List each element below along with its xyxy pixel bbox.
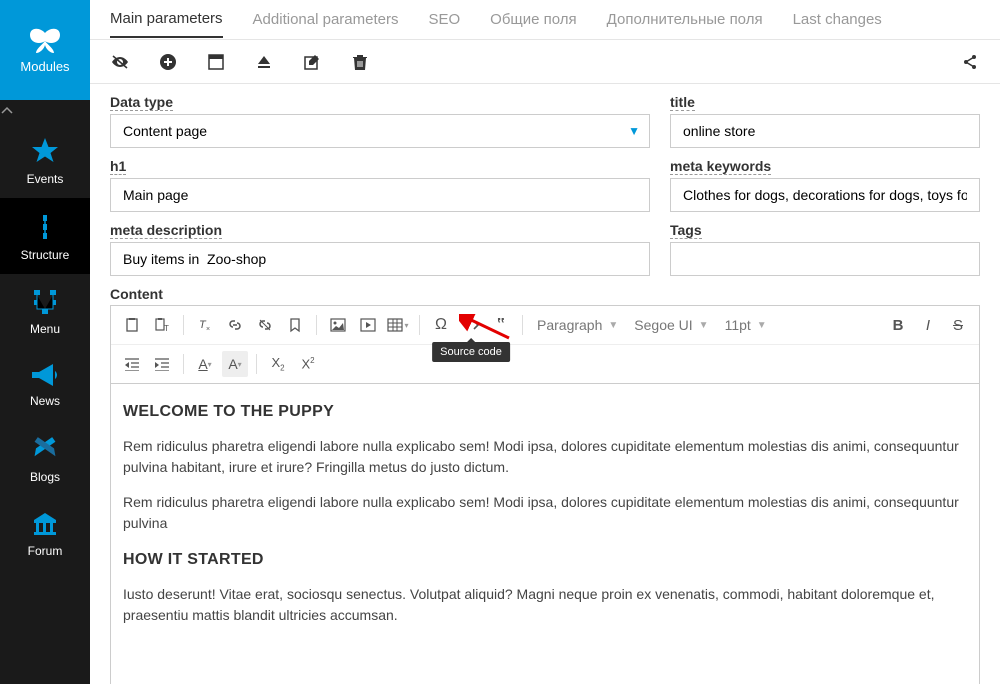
blockquote-icon[interactable]: ‟	[488, 312, 514, 338]
sidebar-item-structure[interactable]: Structure	[0, 198, 90, 274]
content-paragraph: Iusto deserunt! Vitae erat, sociosqu sen…	[123, 584, 967, 626]
indent-icon[interactable]	[149, 351, 175, 377]
delete-icon[interactable]	[350, 52, 370, 72]
edit-box-icon[interactable]	[302, 52, 322, 72]
format-select-size[interactable]: 11pt▼	[719, 317, 773, 333]
add-circle-icon[interactable]	[158, 52, 178, 72]
label-meta-description: meta description	[110, 222, 222, 239]
text-color-icon[interactable]: A▾	[192, 351, 218, 377]
sidebar-item-forum[interactable]: Forum	[0, 496, 90, 570]
share-icon[interactable]	[960, 52, 980, 72]
label-title: title	[670, 94, 695, 111]
content-heading: WELCOME TO THE PUPPY	[123, 400, 967, 424]
menu-tree-icon	[30, 288, 60, 316]
butterfly-icon	[28, 27, 62, 55]
input-meta-keywords[interactable]	[670, 178, 980, 212]
input-tags[interactable]	[670, 242, 980, 276]
label-tags: Tags	[670, 222, 702, 239]
tab-seo[interactable]: SEO	[428, 2, 460, 37]
format-select-paragraph[interactable]: Paragraph▼	[531, 317, 624, 333]
bg-color-icon[interactable]: A▾	[222, 351, 248, 377]
content-heading: HOW IT STARTED	[123, 548, 967, 572]
sidebar-item-label: News	[30, 394, 60, 408]
star-icon	[30, 136, 60, 166]
media-icon[interactable]	[355, 312, 381, 338]
label-data-type: Data type	[110, 94, 173, 111]
table-icon[interactable]: ▾	[385, 312, 411, 338]
sidebar: Modules Events Structure Menu	[0, 0, 90, 684]
tooltip-source-code: Source code	[432, 342, 510, 362]
megaphone-icon	[29, 362, 61, 388]
image-icon[interactable]	[325, 312, 351, 338]
rich-text-editor: T T× ▾ Ω Source co	[110, 305, 980, 684]
tab-extra-fields[interactable]: Дополнительные поля	[607, 2, 763, 37]
link-icon[interactable]	[222, 312, 248, 338]
sidebar-item-label: Structure	[21, 248, 70, 262]
tab-main-parameters[interactable]: Main parameters	[110, 1, 223, 38]
paste-text-icon[interactable]: T	[149, 312, 175, 338]
pencils-icon	[30, 434, 60, 464]
label-h1: h1	[110, 158, 126, 175]
sidebar-modules-label: Modules	[20, 59, 69, 74]
bold-icon[interactable]: B	[885, 312, 911, 338]
sidebar-item-news[interactable]: News	[0, 348, 90, 420]
bookmark-icon[interactable]	[282, 312, 308, 338]
italic-icon[interactable]: I	[915, 312, 941, 338]
sidebar-item-label: Forum	[28, 544, 63, 558]
visibility-off-icon[interactable]	[110, 52, 130, 72]
form-area: Data type ▼ title h1 meta keywor	[90, 84, 1000, 684]
label-content: Content	[110, 286, 980, 302]
eject-icon[interactable]	[254, 52, 274, 72]
input-h1[interactable]	[110, 178, 650, 212]
chevron-up-icon[interactable]	[0, 100, 90, 122]
input-data-type[interactable]	[110, 114, 650, 148]
unlink-icon[interactable]	[252, 312, 278, 338]
label-meta-keywords: meta keywords	[670, 158, 771, 175]
source-code-icon[interactable]: Source code	[458, 312, 484, 338]
input-title[interactable]	[670, 114, 980, 148]
tab-additional-parameters[interactable]: Additional parameters	[253, 2, 399, 37]
sidebar-item-label: Events	[27, 172, 64, 186]
outdent-icon[interactable]	[119, 351, 145, 377]
sidebar-item-label: Blogs	[30, 470, 60, 484]
paste-icon[interactable]	[119, 312, 145, 338]
editor-body[interactable]: WELCOME TO THE PUPPY Rem ridiculus phare…	[111, 384, 979, 684]
tabs: Main parameters Additional parameters SE…	[90, 0, 1000, 40]
subscript-icon[interactable]: X2	[265, 351, 291, 377]
sidebar-item-label: Menu	[30, 322, 60, 336]
page-toolbar	[90, 40, 1000, 84]
sidebar-item-menu[interactable]: Menu	[0, 274, 90, 348]
content-paragraph: Rem ridiculus pharetra eligendi labore n…	[123, 436, 967, 478]
superscript-icon[interactable]: X2	[295, 351, 321, 377]
sidebar-modules[interactable]: Modules	[0, 0, 90, 100]
svg-text:×: ×	[206, 326, 210, 333]
main-panel: Main parameters Additional parameters SE…	[90, 0, 1000, 684]
clear-format-icon[interactable]: T×	[192, 312, 218, 338]
window-minimize-icon[interactable]	[206, 52, 226, 72]
input-meta-description[interactable]	[110, 242, 650, 276]
special-char-icon[interactable]: Ω	[428, 312, 454, 338]
tab-common-fields[interactable]: Общие поля	[490, 2, 577, 37]
strikethrough-icon[interactable]: S	[945, 312, 971, 338]
forum-icon	[30, 510, 60, 538]
svg-text:T: T	[164, 324, 169, 333]
content-paragraph: Rem ridiculus pharetra eligendi labore n…	[123, 492, 967, 534]
sidebar-item-blogs[interactable]: Blogs	[0, 420, 90, 496]
editor-toolbar: T T× ▾ Ω Source co	[111, 306, 979, 384]
structure-icon	[30, 212, 60, 242]
tab-last-changes[interactable]: Last changes	[793, 2, 882, 37]
format-select-font[interactable]: Segoe UI▼	[628, 317, 714, 333]
sidebar-item-events[interactable]: Events	[0, 122, 90, 198]
